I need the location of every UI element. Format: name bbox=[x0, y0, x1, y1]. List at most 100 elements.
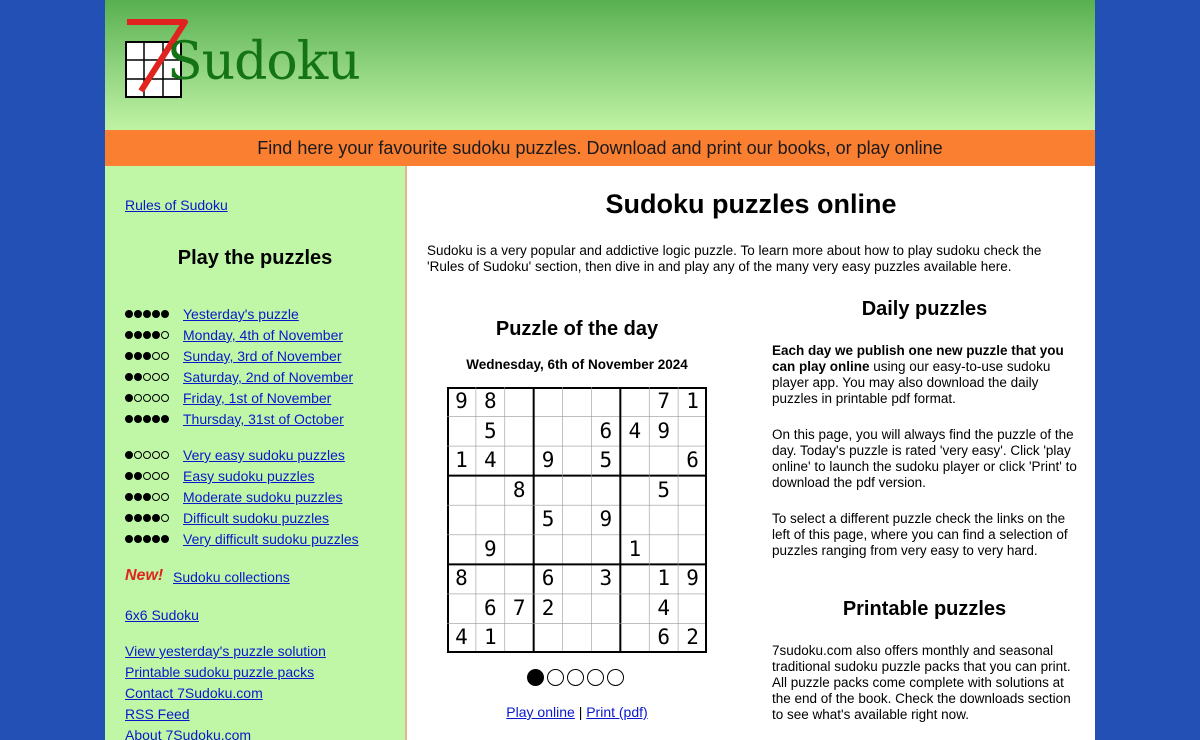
category-link[interactable]: Very difficult sudoku puzzles bbox=[183, 531, 359, 547]
sudoku-cell[interactable]: 1 bbox=[678, 387, 707, 417]
sudoku-cell[interactable]: 8 bbox=[476, 387, 505, 417]
sudoku-cell[interactable] bbox=[563, 476, 592, 506]
sudoku-cell[interactable] bbox=[534, 535, 563, 565]
sudoku-cell[interactable] bbox=[534, 387, 563, 417]
rules-link[interactable]: Rules of Sudoku bbox=[125, 197, 228, 213]
sudoku-cell[interactable]: 7 bbox=[505, 594, 534, 624]
sudoku-cell[interactable] bbox=[649, 446, 678, 476]
sudoku-cell[interactable] bbox=[591, 535, 620, 565]
category-link[interactable]: Very easy sudoku puzzles bbox=[183, 447, 345, 463]
sudoku-cell[interactable] bbox=[620, 564, 649, 594]
sudoku-cell[interactable]: 3 bbox=[591, 564, 620, 594]
sudoku-cell[interactable]: 6 bbox=[591, 417, 620, 447]
category-link[interactable]: Easy sudoku puzzles bbox=[183, 468, 315, 484]
sudoku-cell[interactable] bbox=[534, 623, 563, 653]
six-by-six-link[interactable]: 6x6 Sudoku bbox=[125, 607, 199, 623]
sudoku-cell[interactable] bbox=[563, 535, 592, 565]
sudoku-cell[interactable] bbox=[649, 535, 678, 565]
recent-puzzle-link[interactable]: Monday, 4th of November bbox=[183, 327, 343, 343]
sudoku-cell[interactable]: 9 bbox=[447, 387, 476, 417]
sudoku-cell[interactable] bbox=[447, 417, 476, 447]
sudoku-cell[interactable] bbox=[620, 623, 649, 653]
sudoku-cell[interactable] bbox=[591, 387, 620, 417]
sudoku-cell[interactable] bbox=[563, 505, 592, 535]
sudoku-cell[interactable]: 9 bbox=[678, 564, 707, 594]
sudoku-cell[interactable] bbox=[447, 594, 476, 624]
sudoku-cell[interactable] bbox=[534, 417, 563, 447]
sudoku-cell[interactable] bbox=[563, 446, 592, 476]
sudoku-cell[interactable]: 5 bbox=[534, 505, 563, 535]
sudoku-cell[interactable] bbox=[678, 417, 707, 447]
logo-text[interactable]: Sudoku bbox=[167, 36, 361, 88]
sudoku-cell[interactable] bbox=[563, 623, 592, 653]
sudoku-cell[interactable] bbox=[505, 417, 534, 447]
sudoku-cell[interactable] bbox=[476, 564, 505, 594]
sudoku-cell[interactable] bbox=[447, 476, 476, 506]
sudoku-cell[interactable]: 1 bbox=[620, 535, 649, 565]
sudoku-cell[interactable] bbox=[505, 535, 534, 565]
sidebar-bottom-link[interactable]: Contact 7Sudoku.com bbox=[125, 685, 263, 701]
sudoku-cell[interactable] bbox=[505, 446, 534, 476]
sudoku-cell[interactable] bbox=[476, 505, 505, 535]
sudoku-cell[interactable]: 5 bbox=[476, 417, 505, 447]
sudoku-cell[interactable]: 7 bbox=[649, 387, 678, 417]
play-online-link[interactable]: Play online bbox=[506, 704, 575, 720]
sudoku-cell[interactable]: 9 bbox=[649, 417, 678, 447]
recent-puzzle-link[interactable]: Yesterday's puzzle bbox=[183, 306, 299, 322]
sidebar-bottom-link[interactable]: About 7Sudoku.com bbox=[125, 727, 251, 740]
sudoku-cell[interactable] bbox=[620, 594, 649, 624]
sudoku-cell[interactable]: 5 bbox=[591, 446, 620, 476]
sudoku-cell[interactable]: 1 bbox=[649, 564, 678, 594]
sudoku-cell[interactable] bbox=[447, 535, 476, 565]
sudoku-cell[interactable] bbox=[505, 387, 534, 417]
sudoku-cell[interactable]: 9 bbox=[591, 505, 620, 535]
sudoku-cell[interactable]: 4 bbox=[620, 417, 649, 447]
sudoku-cell[interactable] bbox=[534, 476, 563, 506]
sudoku-cell[interactable]: 4 bbox=[649, 594, 678, 624]
sudoku-cell[interactable] bbox=[563, 594, 592, 624]
sidebar-bottom-link[interactable]: RSS Feed bbox=[125, 706, 190, 722]
sudoku-cell[interactable] bbox=[563, 564, 592, 594]
sidebar-bottom-link[interactable]: View yesterday's puzzle solution bbox=[125, 643, 326, 659]
sudoku-cell[interactable]: 1 bbox=[476, 623, 505, 653]
sudoku-cell[interactable] bbox=[620, 387, 649, 417]
sudoku-cell[interactable] bbox=[591, 623, 620, 653]
sudoku-cell[interactable]: 2 bbox=[678, 623, 707, 653]
sudoku-cell[interactable]: 9 bbox=[476, 535, 505, 565]
sudoku-cell[interactable] bbox=[591, 476, 620, 506]
sudoku-cell[interactable] bbox=[620, 476, 649, 506]
sudoku-cell[interactable] bbox=[620, 446, 649, 476]
sudoku-cell[interactable]: 6 bbox=[678, 446, 707, 476]
sudoku-cell[interactable] bbox=[476, 476, 505, 506]
recent-puzzle-link[interactable]: Sunday, 3rd of November bbox=[183, 348, 342, 364]
print-pdf-link[interactable]: Print (pdf) bbox=[586, 704, 647, 720]
sudoku-cell[interactable] bbox=[563, 417, 592, 447]
sudoku-cell[interactable] bbox=[620, 505, 649, 535]
sudoku-cell[interactable] bbox=[678, 505, 707, 535]
recent-puzzle-link[interactable]: Saturday, 2nd of November bbox=[183, 369, 353, 385]
sudoku-cell[interactable]: 2 bbox=[534, 594, 563, 624]
collections-link[interactable]: Sudoku collections bbox=[173, 569, 290, 585]
sudoku-cell[interactable]: 6 bbox=[649, 623, 678, 653]
sudoku-cell[interactable] bbox=[678, 594, 707, 624]
sudoku-cell[interactable] bbox=[591, 594, 620, 624]
recent-puzzle-link[interactable]: Thursday, 31st of October bbox=[183, 411, 344, 427]
sudoku-cell[interactable]: 9 bbox=[534, 446, 563, 476]
sudoku-cell[interactable] bbox=[649, 505, 678, 535]
category-link[interactable]: Moderate sudoku puzzles bbox=[183, 489, 343, 505]
sidebar-bottom-link[interactable]: Printable sudoku puzzle packs bbox=[125, 664, 314, 680]
sudoku-cell[interactable]: 5 bbox=[649, 476, 678, 506]
sudoku-cell[interactable]: 4 bbox=[447, 623, 476, 653]
sudoku-cell[interactable] bbox=[505, 505, 534, 535]
sudoku-cell[interactable] bbox=[447, 505, 476, 535]
sudoku-cell[interactable]: 8 bbox=[447, 564, 476, 594]
sudoku-cell[interactable] bbox=[505, 623, 534, 653]
sudoku-cell[interactable] bbox=[678, 535, 707, 565]
sudoku-cell[interactable]: 6 bbox=[476, 594, 505, 624]
sudoku-cell[interactable]: 4 bbox=[476, 446, 505, 476]
sudoku-cell[interactable] bbox=[678, 476, 707, 506]
sudoku-cell[interactable] bbox=[563, 387, 592, 417]
sudoku-cell[interactable]: 8 bbox=[505, 476, 534, 506]
recent-puzzle-link[interactable]: Friday, 1st of November bbox=[183, 390, 331, 406]
category-link[interactable]: Difficult sudoku puzzles bbox=[183, 510, 329, 526]
